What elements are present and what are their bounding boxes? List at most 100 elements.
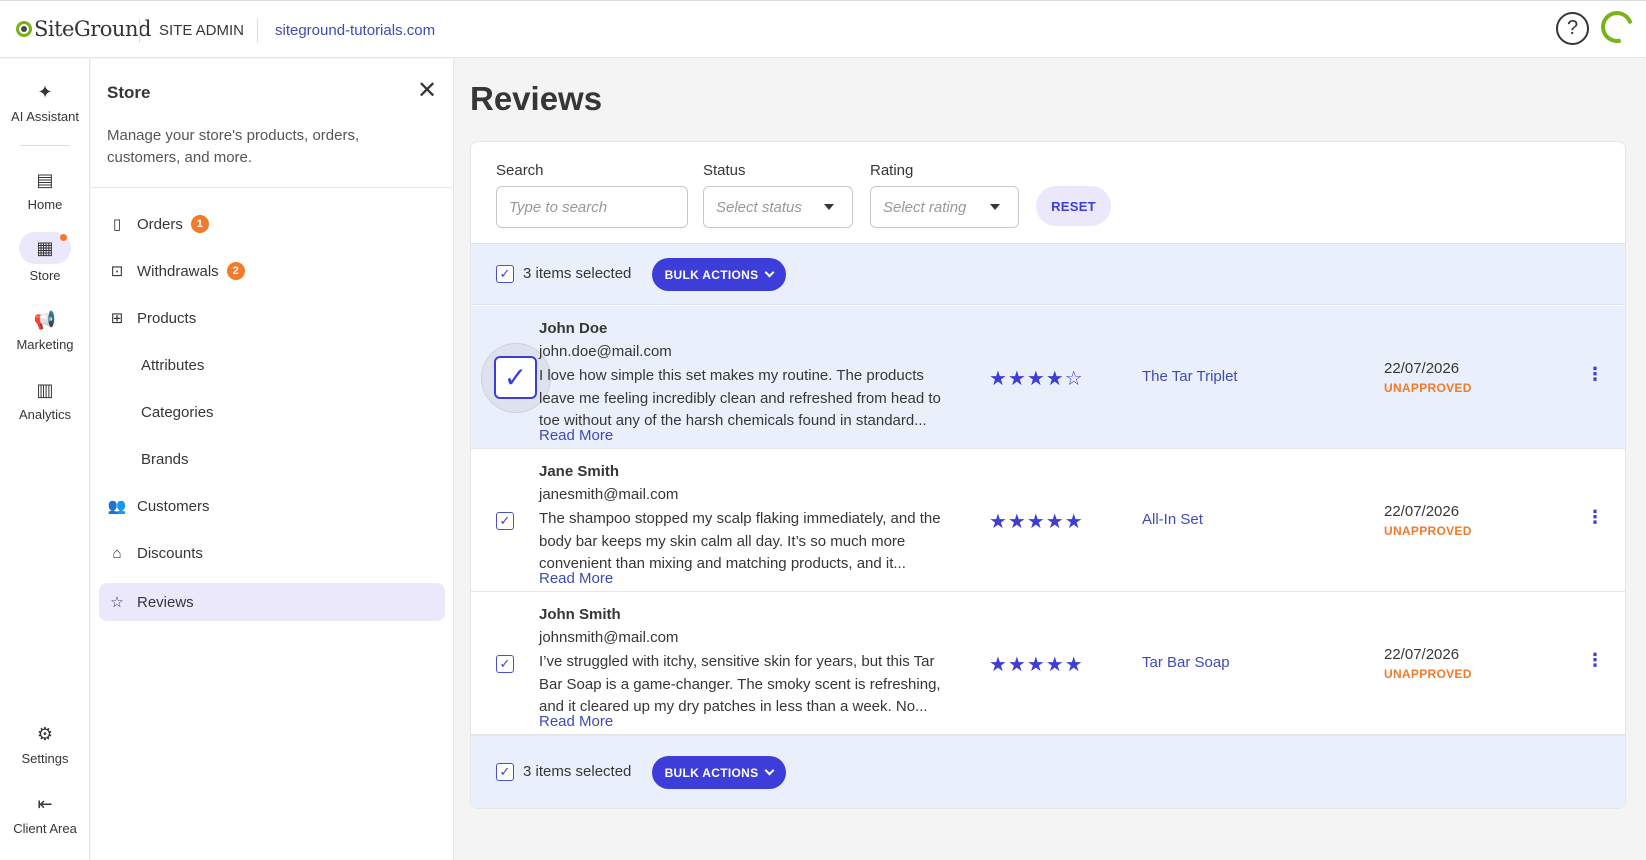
receipt-icon: ▯ bbox=[112, 216, 122, 233]
nav-item-label: Categories bbox=[141, 403, 214, 421]
reviewer-email: johnsmith@mail.com bbox=[539, 629, 679, 646]
nav-item-products[interactable]: ⊞ Products bbox=[99, 299, 445, 337]
review-text: I love how simple this set makes my rout… bbox=[539, 367, 941, 429]
reviewer-name: John Doe bbox=[539, 320, 608, 337]
loading-ring-icon bbox=[1595, 5, 1639, 49]
product-link[interactable]: All-In Set bbox=[1142, 511, 1203, 528]
select-all-checkbox[interactable]: ✓ bbox=[496, 763, 514, 781]
status-label: Status bbox=[703, 162, 746, 179]
search-placeholder: Type to search bbox=[509, 198, 608, 216]
reviewer-email: john.doe@mail.com bbox=[539, 343, 672, 360]
close-icon[interactable]: ✕ bbox=[417, 79, 437, 103]
more-options-icon[interactable]: ⋮ bbox=[1586, 650, 1604, 670]
grid-icon: ⊞ bbox=[110, 310, 124, 327]
users-icon: 👥 bbox=[107, 498, 127, 515]
status-badge: UNAPPROVED bbox=[1384, 667, 1472, 681]
star-icon: ☆ bbox=[110, 594, 124, 611]
nav-item-brands[interactable]: Brands bbox=[99, 440, 445, 478]
rail-item-settings[interactable]: ⚙ Settings bbox=[0, 723, 90, 766]
status-select[interactable]: Select status bbox=[703, 186, 853, 228]
nav-item-label: Products bbox=[137, 309, 197, 327]
notification-dot bbox=[60, 234, 67, 241]
status-badge: UNAPPROVED bbox=[1384, 381, 1472, 395]
reviewer-email: janesmith@mail.com bbox=[539, 486, 679, 503]
rail-item-label: Analytics bbox=[18, 407, 72, 422]
divider bbox=[20, 145, 70, 146]
store-icon: ▦ bbox=[19, 232, 71, 264]
bulk-actions-label: BULK ACTIONS bbox=[664, 267, 759, 282]
rail-item-store[interactable]: ▦ Store bbox=[0, 232, 90, 283]
bulk-actions-label: BULK ACTIONS bbox=[664, 765, 759, 780]
status-placeholder: Select status bbox=[716, 198, 802, 216]
reviewer-name: Jane Smith bbox=[539, 463, 620, 480]
rail-item-ai-assistant[interactable]: ✦ AI Assistant bbox=[0, 81, 90, 124]
count-badge: 1 bbox=[190, 215, 209, 233]
read-more-link[interactable]: Read More bbox=[539, 713, 613, 730]
logo-text: SiteGround bbox=[34, 17, 151, 41]
nav-item-label: Brands bbox=[141, 450, 189, 468]
review-date: 22/07/2026 bbox=[1384, 503, 1460, 520]
rating-stars: ★★★★★ bbox=[989, 511, 1084, 533]
icon-rail: ✦ AI Assistant ▤ Home ▦ Store 📢 Marketin… bbox=[0, 59, 90, 860]
search-input[interactable]: Type to search bbox=[496, 186, 688, 228]
rail-item-marketing[interactable]: 📢 Marketing bbox=[0, 309, 90, 352]
nav-item-customers[interactable]: 👥 Customers bbox=[99, 487, 445, 525]
reset-button[interactable]: RESET bbox=[1036, 186, 1111, 226]
select-all-checkbox[interactable]: ✓ bbox=[496, 265, 514, 283]
rail-item-analytics[interactable]: ▥ Analytics bbox=[0, 379, 90, 422]
exit-icon: ⇤ bbox=[37, 794, 53, 814]
nav-item-withdrawals[interactable]: ⊡ Withdrawals 2 bbox=[99, 252, 445, 290]
rating-stars: ★★★★★ bbox=[989, 654, 1084, 676]
read-more-link[interactable]: Read More bbox=[539, 427, 613, 444]
siteground-logo[interactable]: SiteGround bbox=[16, 17, 151, 41]
review-date: 22/07/2026 bbox=[1384, 360, 1460, 377]
nav-item-label: Customers bbox=[137, 497, 210, 515]
selected-count: 3 items selected bbox=[523, 763, 632, 780]
bulk-actions-bar: ✓ 3 items selected BULK ACTIONS bbox=[471, 243, 1625, 305]
page-title: Reviews bbox=[470, 80, 603, 117]
store-panel: Store ✕ Manage your store's products, or… bbox=[91, 59, 454, 860]
row-checkbox[interactable]: ✓ bbox=[496, 512, 514, 530]
read-more-link[interactable]: Read More bbox=[539, 570, 613, 587]
gear-icon: ⚙ bbox=[36, 724, 54, 744]
caret-down-icon bbox=[824, 204, 834, 210]
row-checkbox[interactable]: ✓ bbox=[496, 655, 514, 673]
nav-item-label: Reviews bbox=[137, 593, 194, 611]
nav-item-discounts[interactable]: ⌂ Discounts bbox=[99, 534, 445, 572]
count-badge: 2 bbox=[226, 262, 245, 280]
help-button[interactable]: ? bbox=[1556, 12, 1589, 45]
review-row: ✓ John Smith johnsmith@mail.com I’ve str… bbox=[471, 592, 1625, 735]
nav-item-orders[interactable]: ▯ Orders 1 bbox=[99, 205, 445, 243]
bulk-actions-button[interactable]: BULK ACTIONS bbox=[652, 756, 786, 789]
rail-item-label: AI Assistant bbox=[11, 109, 79, 124]
rail-item-label: Home bbox=[27, 197, 63, 212]
product-link[interactable]: The Tar Triplet bbox=[1142, 368, 1238, 385]
logo-mark-icon bbox=[16, 21, 32, 37]
nav-item-reviews[interactable]: ☆ Reviews bbox=[99, 583, 445, 621]
help-icon: ? bbox=[1566, 17, 1579, 39]
review-text: I’ve struggled with itchy, sensitive ski… bbox=[539, 653, 941, 715]
product-link[interactable]: Tar Bar Soap bbox=[1142, 654, 1230, 671]
nav-item-attributes[interactable]: Attributes bbox=[99, 346, 445, 384]
more-options-icon[interactable]: ⋮ bbox=[1586, 507, 1604, 527]
nav-item-categories[interactable]: Categories bbox=[99, 393, 445, 431]
rating-select[interactable]: Select rating bbox=[870, 186, 1019, 228]
domain-link[interactable]: siteground-tutorials.com bbox=[275, 22, 435, 39]
review-row: ✓ John Doe john.doe@mail.com I love how … bbox=[471, 306, 1625, 449]
analytics-icon: ▥ bbox=[36, 380, 54, 400]
rating-stars: ★★★★☆ bbox=[989, 368, 1084, 390]
more-options-icon[interactable]: ⋮ bbox=[1586, 364, 1604, 384]
reviews-card: Search Type to search Status Select stat… bbox=[470, 141, 1626, 809]
row-checkbox[interactable]: ✓ bbox=[494, 356, 537, 399]
divider bbox=[91, 187, 453, 188]
rail-item-home[interactable]: ▤ Home bbox=[0, 169, 90, 212]
store-description: Manage your store's products, orders, cu… bbox=[107, 127, 360, 166]
tag-icon: ⌂ bbox=[112, 544, 122, 562]
bulk-actions-button[interactable]: BULK ACTIONS bbox=[652, 258, 786, 291]
rating-label: Rating bbox=[870, 162, 914, 179]
top-bar: SiteGround SITE ADMIN siteground-tutoria… bbox=[0, 0, 1646, 58]
home-icon: ▤ bbox=[36, 170, 54, 190]
rail-item-client-area[interactable]: ⇤ Client Area bbox=[0, 793, 90, 836]
rail-item-label: Store bbox=[29, 268, 61, 283]
selected-count: 3 items selected bbox=[523, 265, 632, 282]
